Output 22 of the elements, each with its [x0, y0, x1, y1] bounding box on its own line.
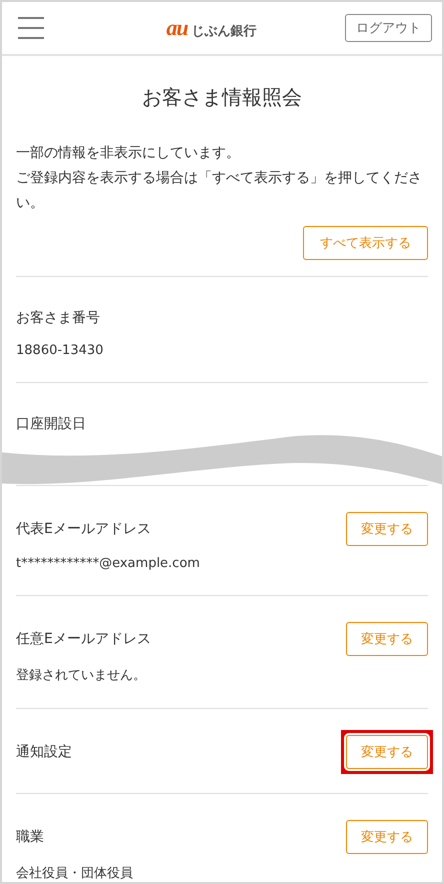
change-button[interactable]: 変更する	[346, 622, 428, 656]
logout-button[interactable]: ログアウト	[345, 14, 432, 42]
field-value: 18860-13430	[16, 343, 104, 358]
notice-text: 一部の情報を非表示にしています。	[16, 144, 241, 163]
change-button[interactable]: 変更する	[346, 820, 428, 854]
logo-text: じぶん銀行	[192, 23, 257, 40]
show-all-button[interactable]: すべて表示する	[303, 226, 428, 260]
field-label: 代表Eメールアドレス	[16, 520, 151, 538]
logo-mark: au	[166, 15, 188, 41]
page-title: お客さま情報照会	[141, 84, 303, 111]
field-label: 通知設定	[16, 743, 72, 761]
field-label: お客さま番号	[16, 309, 100, 327]
field-label: 任意Eメールアドレス	[16, 630, 151, 648]
menu-icon[interactable]	[18, 17, 44, 39]
field-label: 職業	[16, 828, 44, 846]
field-value: t************@example.com	[16, 556, 201, 571]
notice-text: ご登録内容を表示する場合は「すべて表示する」を押してください。	[16, 169, 423, 213]
field-value: 登録されていません。	[16, 667, 147, 684]
field-value: 会社役員・団体役員	[16, 865, 134, 882]
change-button[interactable]: 変更する	[346, 512, 428, 546]
change-button[interactable]: 変更する	[346, 735, 428, 769]
field-label: 口座開設日	[16, 415, 86, 433]
